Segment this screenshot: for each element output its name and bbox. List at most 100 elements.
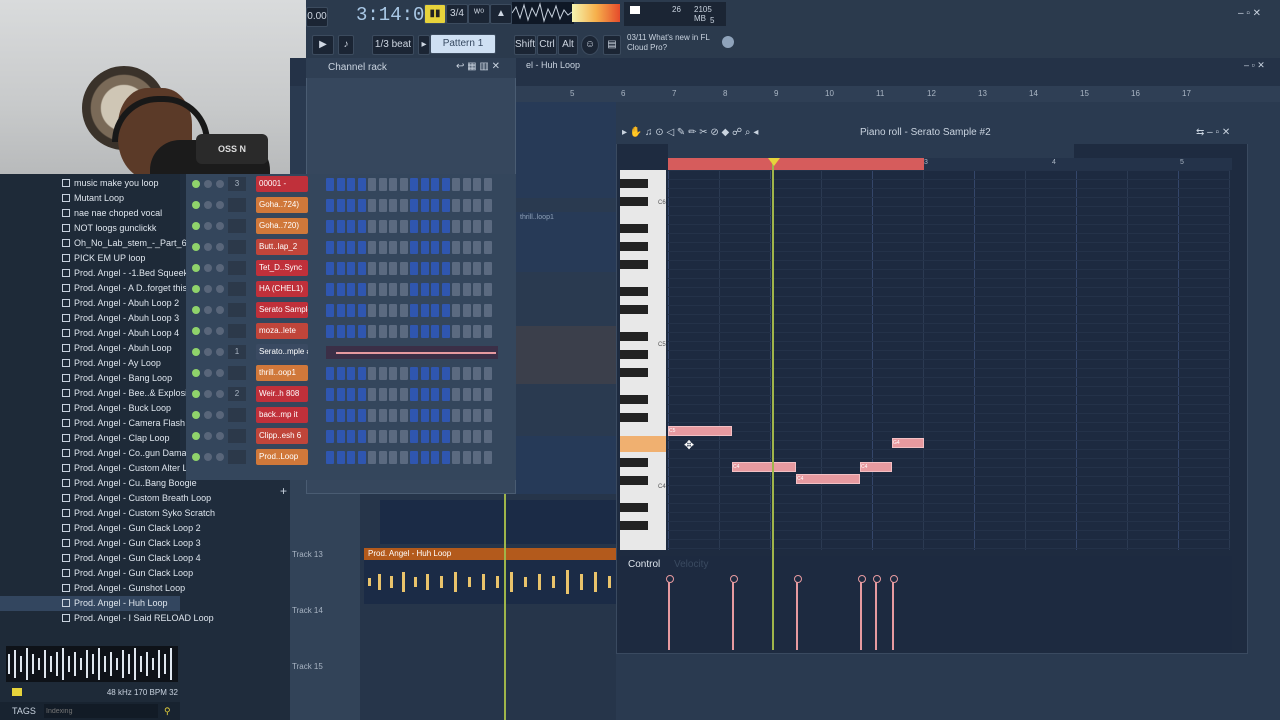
piano-roll-preview[interactable] — [336, 352, 496, 354]
step-button[interactable] — [431, 220, 439, 233]
arrow-right-icon[interactable]: ▸ — [418, 35, 430, 55]
step-button[interactable] — [410, 367, 418, 380]
channel-name-button[interactable]: Tet_D..Sync — [256, 260, 308, 276]
velocity-bar[interactable] — [668, 578, 670, 650]
step-button[interactable] — [336, 220, 345, 233]
step-button[interactable] — [347, 199, 355, 212]
ctrl-button[interactable]: Ctrl — [537, 35, 557, 55]
step-button[interactable] — [389, 451, 397, 464]
playlist-ruler[interactable]: 5 6 7 8 9 10 11 12 13 14 15 16 17 — [516, 86, 1280, 102]
browser-item[interactable]: Prod. Angel - Ay Loop — [0, 356, 180, 371]
step-button[interactable] — [399, 409, 408, 422]
step-sequencer[interactable] — [326, 409, 498, 422]
step-button[interactable] — [420, 262, 429, 275]
browser-item[interactable]: music make you loop — [0, 176, 180, 191]
huh-loop-clip-header[interactable]: Prod. Angel - Huh Loop — [364, 548, 616, 560]
step-button[interactable] — [326, 283, 334, 296]
step-button[interactable] — [326, 178, 334, 191]
channel-mute-button[interactable] — [204, 453, 212, 461]
step-button[interactable] — [410, 262, 418, 275]
midi-note[interactable]: C4 — [860, 462, 892, 472]
step-button[interactable] — [473, 262, 481, 275]
black-key[interactable] — [620, 521, 648, 530]
step-button[interactable] — [336, 304, 345, 317]
preview-play-icon[interactable] — [12, 688, 22, 696]
channel-mixer-track[interactable] — [228, 261, 246, 275]
step-button[interactable] — [441, 367, 450, 380]
step-button[interactable] — [420, 325, 429, 338]
step-button[interactable] — [452, 262, 460, 275]
velocity-handle[interactable] — [858, 575, 866, 583]
step-button[interactable] — [399, 451, 408, 464]
step-button[interactable] — [410, 388, 418, 401]
step-sequencer[interactable] — [326, 304, 498, 317]
step-button[interactable] — [347, 430, 355, 443]
pattern-select[interactable]: Pattern 1 — [430, 34, 496, 54]
step-button[interactable] — [399, 199, 408, 212]
step-button[interactable] — [336, 178, 345, 191]
channel-mute-button[interactable] — [192, 453, 200, 461]
browser-item[interactable]: Prod. Angel - Abuh Loop 3 — [0, 311, 180, 326]
browser-item[interactable]: Prod. Angel - Gunshot Loop — [0, 581, 185, 596]
step-button[interactable] — [347, 367, 355, 380]
step-button[interactable] — [452, 178, 460, 191]
channel-mute-button[interactable] — [192, 285, 200, 293]
channel-mute-button[interactable] — [204, 369, 212, 377]
step-button[interactable] — [462, 367, 471, 380]
browser-item[interactable]: Prod. Angel - Custom Breath Loop — [0, 491, 211, 506]
channel-mute-button[interactable] — [204, 306, 212, 314]
channel-mute-button[interactable] — [216, 348, 224, 356]
event-editor[interactable]: Control Velocity — [620, 556, 1232, 650]
step-sequencer[interactable] — [326, 430, 498, 443]
browser-item[interactable]: Oh_No_Lab_stem_-_Part_6 — [0, 236, 187, 251]
step-button[interactable] — [389, 388, 397, 401]
step-button[interactable] — [420, 430, 429, 443]
channel-mute-button[interactable] — [216, 222, 224, 230]
step-button[interactable] — [389, 262, 397, 275]
step-button[interactable] — [483, 325, 492, 338]
step-button[interactable] — [347, 262, 355, 275]
step-sequencer[interactable] — [326, 241, 498, 254]
channel-mute-button[interactable] — [204, 327, 212, 335]
black-key[interactable] — [620, 413, 648, 422]
step-button[interactable] — [336, 262, 345, 275]
black-key[interactable] — [620, 197, 648, 206]
channel-name-button[interactable]: HA (CHEL1) — [256, 281, 308, 297]
step-button[interactable] — [410, 325, 418, 338]
black-key[interactable] — [620, 395, 648, 404]
velocity-handle[interactable] — [794, 575, 802, 583]
browser-item[interactable]: PICK EM UP loop — [0, 251, 180, 266]
channel-mute-button[interactable] — [192, 432, 200, 440]
channel-mute-button[interactable] — [192, 201, 200, 209]
velocity-bar[interactable] — [860, 578, 862, 650]
black-key[interactable] — [620, 458, 648, 467]
step-button[interactable] — [368, 178, 376, 191]
step-button[interactable] — [431, 325, 439, 338]
browser-item[interactable]: Prod. Angel - Bee..& Explosion Loop — [0, 386, 220, 401]
velocity-handle[interactable] — [730, 575, 738, 583]
play-button[interactable]: ▶ — [312, 35, 334, 55]
step-button[interactable] — [410, 241, 418, 254]
step-button[interactable] — [326, 241, 334, 254]
channel-mute-button[interactable] — [216, 453, 224, 461]
cart-icon[interactable]: ▤ — [603, 35, 621, 55]
step-button[interactable] — [378, 199, 387, 212]
step-button[interactable] — [473, 283, 481, 296]
browser-item[interactable]: Prod. Angel - A D..forget this lmao — [0, 281, 209, 296]
step-button[interactable] — [399, 262, 408, 275]
channel-mute-button[interactable] — [204, 243, 212, 251]
step-button[interactable] — [378, 451, 387, 464]
channel-mute-button[interactable] — [216, 411, 224, 419]
red-clip[interactable] — [516, 436, 616, 494]
step-button[interactable] — [347, 241, 355, 254]
step-button[interactable] — [483, 178, 492, 191]
channel-row[interactable]: Serato Sample — [188, 302, 498, 320]
playlist-controls[interactable]: – ▫ ✕ — [1244, 60, 1265, 71]
step-button[interactable] — [420, 199, 429, 212]
channel-mute-button[interactable] — [204, 201, 212, 209]
mic-icon[interactable]: ♪ — [338, 35, 354, 55]
step-button[interactable] — [410, 409, 418, 422]
channel-name-button[interactable]: Serato Sample — [256, 302, 308, 318]
step-button[interactable] — [336, 451, 345, 464]
black-key[interactable] — [620, 476, 648, 485]
